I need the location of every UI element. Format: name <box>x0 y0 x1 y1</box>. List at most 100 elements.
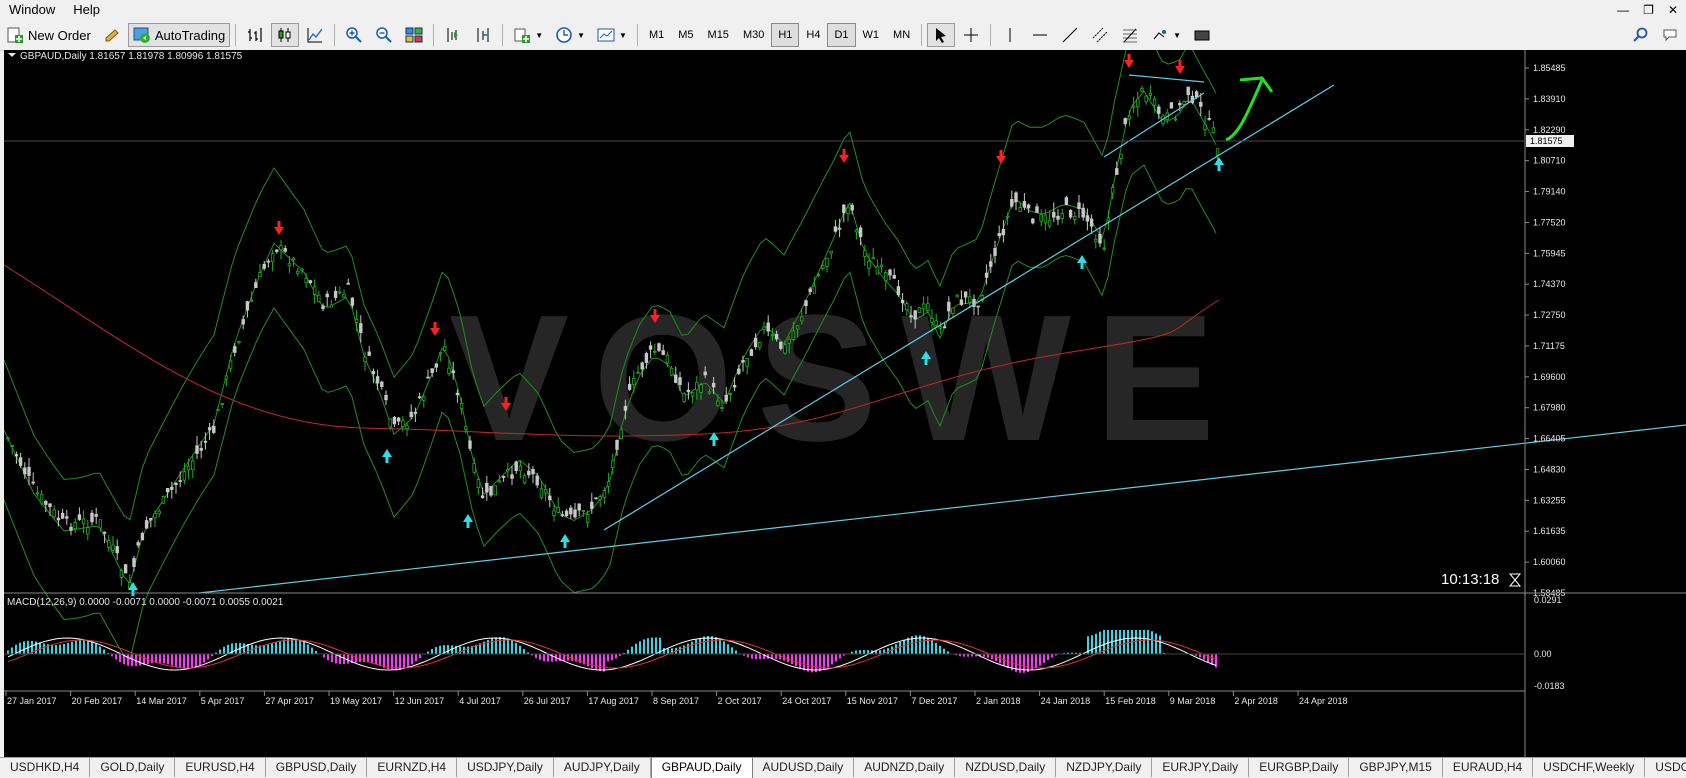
cursor-tool-button[interactable] <box>927 23 955 47</box>
chart-tab[interactable]: GBPJPY,M15 <box>1349 758 1442 777</box>
chart-tab[interactable]: AUDJPY,Daily <box>554 758 651 777</box>
macd-bar <box>687 644 689 654</box>
chart-tab[interactable]: EURAUD,H4 <box>1443 758 1533 777</box>
chart-tab[interactable]: USDCAD,Dai... <box>1645 758 1686 777</box>
timeframe-mn[interactable]: MN <box>886 23 917 47</box>
menu-window[interactable]: Window <box>0 0 64 20</box>
auto-scroll-button[interactable] <box>439 23 467 47</box>
chart-tab[interactable]: USDCHF,Weekly <box>1533 758 1645 777</box>
candle-body <box>242 320 245 324</box>
macd-bar <box>643 639 645 654</box>
line-chart-button[interactable] <box>301 23 329 47</box>
text-label-button[interactable] <box>1188 23 1216 47</box>
chart-tab[interactable]: EURGBP,Daily <box>1249 758 1349 777</box>
macd-label-top: 0.0291 <box>1534 595 1562 605</box>
timeframe-m1[interactable]: M1 <box>642 23 671 47</box>
candle-body <box>418 397 421 398</box>
chart-tab[interactable]: GOLD,Daily <box>90 758 175 777</box>
candlestick-button[interactable] <box>271 23 299 47</box>
macd-bar <box>787 654 789 662</box>
candle-body <box>108 541 111 548</box>
chart-tab[interactable]: AUDUSD,Daily <box>753 758 855 777</box>
chart-tab[interactable]: USDJPY,Daily <box>457 758 554 777</box>
trendline-button[interactable] <box>1056 23 1084 47</box>
chart-tab[interactable]: EURNZD,H4 <box>367 758 457 777</box>
zoom-in-button[interactable] <box>340 23 368 47</box>
candle-body <box>385 395 388 399</box>
candle-body <box>376 377 379 383</box>
timeframe-m5[interactable]: M5 <box>671 23 700 47</box>
periods-button[interactable]: ▼ <box>550 23 590 47</box>
candle-body <box>906 304 909 310</box>
candle-body <box>901 300 904 302</box>
candle-body <box>1027 205 1030 208</box>
toolbar-separator <box>433 24 434 46</box>
candle-body <box>528 471 531 475</box>
timeframe-m15[interactable]: M15 <box>701 23 736 47</box>
templates-button[interactable]: ▼ <box>592 23 632 47</box>
macd-bar <box>731 647 733 654</box>
indicators-button[interactable]: ▼ <box>508 23 548 47</box>
channel-button[interactable] <box>1086 23 1114 47</box>
vertical-line-button[interactable] <box>996 23 1024 47</box>
chart-tab[interactable]: USDHKD,H4 <box>0 758 90 777</box>
macd-bar <box>491 638 493 654</box>
time-label: 2 Oct 2017 <box>718 696 762 706</box>
candle-body <box>544 489 547 493</box>
close-icon[interactable]: ✕ <box>1668 3 1678 17</box>
candle-body <box>591 502 594 508</box>
minimize-icon[interactable]: — <box>1617 3 1629 17</box>
macd-bar <box>415 654 417 661</box>
timeframe-w1[interactable]: W1 <box>856 23 887 47</box>
metaeditor-button[interactable] <box>98 23 126 47</box>
search-button[interactable] <box>1627 23 1655 47</box>
candle-body <box>389 419 392 427</box>
menu-help[interactable]: Help <box>64 0 109 20</box>
autotrading-button[interactable]: AutoTrading <box>128 23 230 47</box>
chart-tab[interactable]: AUDNZD,Daily <box>854 758 955 777</box>
chevron-down-icon: ▼ <box>535 31 543 40</box>
chart-tab[interactable]: EURJPY,Daily <box>1152 758 1249 777</box>
timeframe-h1[interactable]: H1 <box>771 23 799 47</box>
candle-body <box>624 406 627 410</box>
macd-bar <box>327 654 329 660</box>
chart-tab[interactable]: GBPAUD,Daily <box>651 758 753 778</box>
current-price-label: 1.81575 <box>1530 136 1563 146</box>
candle-body <box>423 397 426 400</box>
chart-shift-button[interactable] <box>469 23 497 47</box>
chart-tab[interactable]: EURUSD,H4 <box>175 758 265 777</box>
candle-body <box>1124 119 1127 124</box>
chart-header: GBPAUD,Daily 1.81657 1.81978 1.80996 1.8… <box>20 51 243 62</box>
chart-window[interactable]: VOSWE GBPAUD,Daily 1.81657 1.81978 1.809… <box>4 50 1686 757</box>
tile-windows-button[interactable] <box>400 23 428 47</box>
search-icon <box>1632 26 1650 44</box>
candle-body <box>124 565 127 573</box>
candle-body <box>847 208 850 214</box>
candle-body <box>339 292 342 293</box>
shapes-button[interactable]: ▼ <box>1146 23 1186 47</box>
crosshair-tool-button[interactable] <box>957 23 985 47</box>
macd-bar <box>195 654 197 667</box>
timeframe-d1[interactable]: D1 <box>827 23 855 47</box>
chat-button[interactable] <box>1657 23 1685 47</box>
bar-chart-button[interactable] <box>241 23 269 47</box>
candle-body <box>1095 239 1098 241</box>
chart-tab[interactable]: NZDUSD,Daily <box>955 758 1056 777</box>
candle-body <box>292 258 295 260</box>
macd-bar <box>279 641 281 654</box>
macd-bar <box>127 654 129 666</box>
chart-tab[interactable]: GBPUSD,Daily <box>266 758 368 777</box>
candle-body <box>675 375 678 383</box>
zoom-out-button[interactable] <box>370 23 398 47</box>
macd-bar <box>839 654 841 658</box>
candle-body <box>620 430 623 439</box>
new-order-button[interactable]: New Order <box>1 23 96 47</box>
timeframe-h4[interactable]: H4 <box>799 23 827 47</box>
fibonacci-button[interactable] <box>1116 23 1144 47</box>
chart-tab[interactable]: NZDJPY,Daily <box>1056 758 1152 777</box>
restore-icon[interactable]: ❐ <box>1643 3 1654 17</box>
timeframe-m30[interactable]: M30 <box>736 23 771 47</box>
horizontal-line-button[interactable] <box>1026 23 1054 47</box>
price-chart[interactable]: VOSWE GBPAUD,Daily 1.81657 1.81978 1.809… <box>4 50 1686 757</box>
candle-body <box>943 327 946 328</box>
